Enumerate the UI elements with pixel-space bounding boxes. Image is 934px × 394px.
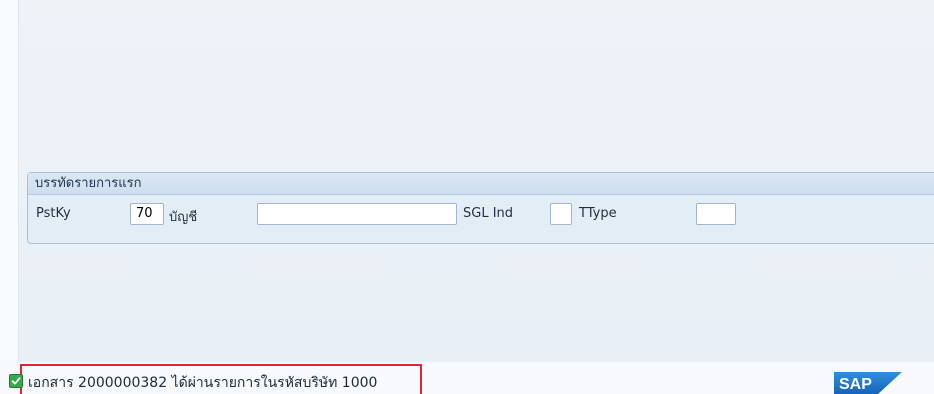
transaction-type-label: TType	[579, 206, 617, 221]
status-message[interactable]: เอกสาร 2000000382 ได้ผ่านรายการในรหัสบริ…	[28, 372, 377, 394]
transaction-type-input[interactable]	[696, 203, 736, 225]
line-item-row: PstKy 70 บัญชี SGL Ind TType	[28, 202, 934, 228]
first-line-item-group: บรรทัดรายการแรก PstKy 70 บัญชี SGL Ind T…	[27, 172, 934, 244]
group-title: บรรทัดรายการแรก	[28, 173, 934, 195]
sgl-ind-label: SGL Ind	[463, 206, 514, 221]
posting-key-input[interactable]: 70	[130, 203, 164, 225]
sap-logo-text: SAP	[839, 376, 872, 393]
sap-logo: SAP	[834, 372, 902, 394]
posting-key-label: PstKy	[36, 206, 71, 221]
success-check-icon	[9, 374, 23, 388]
sap-screen: บรรทัดรายการแรก PstKy 70 บัญชี SGL Ind T…	[0, 0, 934, 394]
account-input[interactable]	[257, 203, 457, 225]
account-label: บัญชี	[169, 210, 198, 225]
left-gutter	[0, 0, 19, 394]
sgl-ind-input[interactable]	[550, 203, 572, 225]
status-bar: เอกสาร 2000000382 ได้ผ่านรายการในรหัสบริ…	[0, 362, 934, 394]
